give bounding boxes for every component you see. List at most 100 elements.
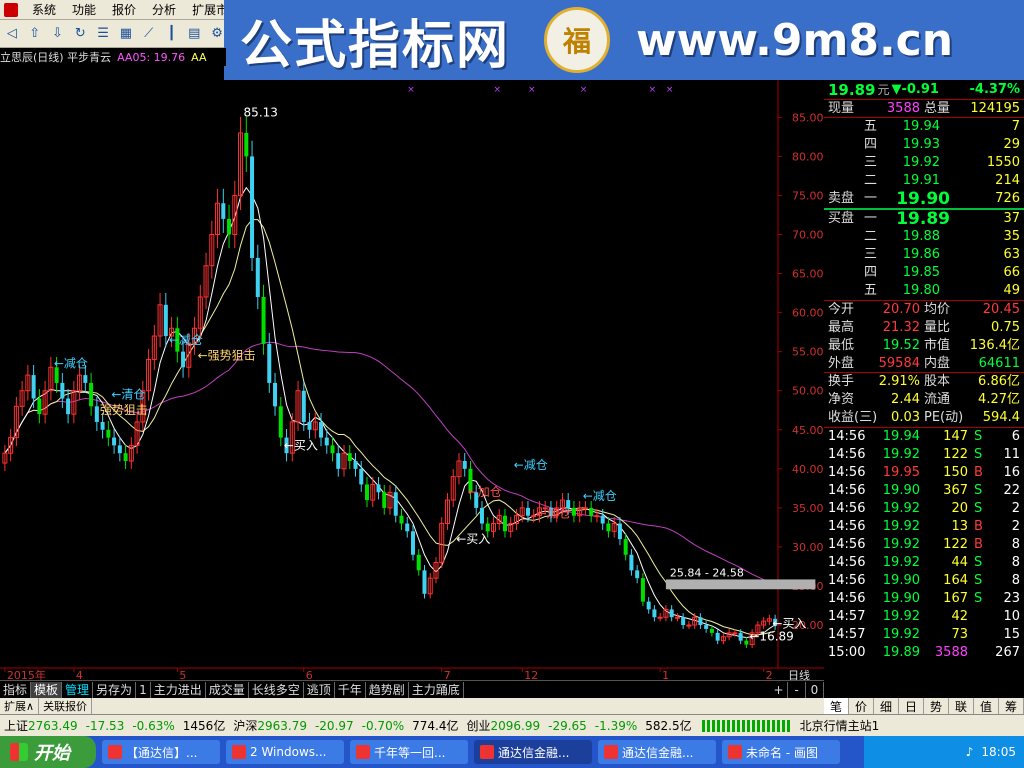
buy-level-row[interactable]: 二 19.88 35 bbox=[824, 228, 1024, 246]
indicator-tab[interactable]: 主力踊底 bbox=[409, 681, 464, 698]
sell-level-row[interactable]: 卖盘一 19.90 726 bbox=[824, 190, 1024, 208]
candle-body[interactable] bbox=[399, 515, 404, 524]
taskbar-item[interactable]: 【通达信】... bbox=[102, 740, 220, 764]
zoom-button[interactable]: - bbox=[788, 681, 806, 698]
kline-chart-area[interactable]: 20.0025.0030.0035.0040.0045.0050.0055.00… bbox=[0, 80, 824, 680]
buy-level-row[interactable]: 买盘一 19.89 37 bbox=[824, 210, 1024, 228]
candle-body[interactable] bbox=[698, 617, 703, 626]
tick-row[interactable]: 14:56 19.92 20 S 2 bbox=[824, 500, 1024, 518]
indicator-tab[interactable]: 另存为 bbox=[93, 681, 137, 698]
line-chart-icon[interactable]: ⟋ bbox=[139, 24, 159, 44]
up-icon[interactable]: ⇧ bbox=[25, 24, 45, 44]
candle-body[interactable] bbox=[94, 406, 99, 422]
menu-analysis[interactable]: 分析 bbox=[144, 0, 184, 20]
candle-body[interactable] bbox=[600, 515, 605, 524]
candle-body[interactable] bbox=[738, 632, 743, 641]
candle-body[interactable] bbox=[531, 515, 537, 518]
refresh-icon[interactable]: ↻ bbox=[70, 24, 90, 44]
back-icon[interactable]: ◁ bbox=[2, 24, 22, 44]
candle-body[interactable] bbox=[106, 429, 111, 438]
candle-body[interactable] bbox=[353, 461, 358, 469]
candle-body[interactable] bbox=[617, 523, 622, 540]
indicator-tab[interactable]: 管理 bbox=[62, 681, 94, 698]
candle-body[interactable] bbox=[347, 453, 352, 462]
candle-body[interactable] bbox=[416, 554, 421, 571]
right-tab[interactable]: 筹 bbox=[999, 698, 1024, 714]
candle-body[interactable] bbox=[405, 523, 410, 532]
candle-body[interactable] bbox=[364, 484, 370, 501]
candle-body[interactable] bbox=[715, 632, 720, 641]
menu-system[interactable]: 系统 bbox=[24, 0, 64, 20]
indicator-tab[interactable]: 模板 bbox=[31, 681, 63, 698]
tick-row[interactable]: 14:56 19.95 150 B 16 bbox=[824, 464, 1024, 482]
candle-body[interactable] bbox=[382, 492, 387, 508]
down-icon[interactable]: ⇩ bbox=[48, 24, 68, 44]
candle-body[interactable] bbox=[324, 437, 329, 446]
candle-body[interactable] bbox=[640, 578, 645, 602]
kline-chart[interactable]: 20.0025.0030.0035.0040.0045.0050.0055.00… bbox=[0, 80, 824, 680]
candle-body[interactable] bbox=[301, 390, 306, 422]
candle-body[interactable] bbox=[221, 203, 226, 219]
candle-body[interactable] bbox=[422, 570, 427, 594]
candle-body[interactable] bbox=[669, 609, 674, 618]
tick-row[interactable]: 14:56 19.90 164 S 8 bbox=[824, 572, 1024, 590]
candle-body[interactable] bbox=[278, 406, 283, 438]
candle-body[interactable] bbox=[244, 132, 249, 157]
candle-body[interactable] bbox=[83, 375, 88, 383]
tick-row[interactable]: 14:56 19.94 147 S 6 bbox=[824, 428, 1024, 446]
candle-body[interactable] bbox=[606, 523, 611, 532]
candle-body[interactable] bbox=[681, 617, 686, 626]
indicator-tab[interactable]: 成交量 bbox=[206, 681, 249, 698]
candle-body[interactable] bbox=[307, 421, 312, 430]
volume-icon[interactable]: ♪ bbox=[966, 745, 974, 759]
server-name[interactable]: 北京行情主站1 bbox=[800, 717, 880, 734]
candle-body[interactable] bbox=[163, 304, 168, 337]
tick-row[interactable]: 15:00 19.89 3588 267 bbox=[824, 644, 1024, 662]
candle-body[interactable] bbox=[359, 468, 364, 485]
sell-level-row[interactable]: 五 19.94 7 bbox=[824, 118, 1024, 136]
taskbar-item[interactable]: 通达信金融... bbox=[474, 740, 592, 764]
candle-body[interactable] bbox=[674, 616, 680, 619]
candle-body[interactable] bbox=[100, 421, 105, 430]
candle-body[interactable] bbox=[250, 156, 255, 258]
right-tab[interactable]: 价 bbox=[849, 698, 874, 714]
right-tab[interactable]: 日 bbox=[899, 698, 924, 714]
indicator-tab[interactable]: 1 bbox=[136, 681, 151, 698]
sell-level-row[interactable]: 二 19.91 214 bbox=[824, 172, 1024, 190]
candle-body[interactable] bbox=[117, 445, 122, 454]
tick-row[interactable]: 14:57 19.92 73 15 bbox=[824, 626, 1024, 644]
tick-row[interactable]: 14:56 19.90 167 S 23 bbox=[824, 590, 1024, 608]
menu-function[interactable]: 功能 bbox=[64, 0, 104, 20]
expand-button[interactable]: 扩展∧ bbox=[0, 698, 40, 714]
tick-row[interactable]: 14:56 19.92 44 S 8 bbox=[824, 554, 1024, 572]
indicator-tab[interactable]: 长线多空 bbox=[249, 681, 304, 698]
taskbar-item[interactable]: 2 Windows... bbox=[226, 740, 344, 764]
candle-body[interactable] bbox=[732, 632, 738, 635]
kline-icon[interactable]: ┃ bbox=[162, 24, 182, 44]
candle-body[interactable] bbox=[485, 523, 490, 532]
right-tab[interactable]: 细 bbox=[874, 698, 899, 714]
candle-body[interactable] bbox=[594, 515, 600, 518]
candle-body[interactable] bbox=[89, 382, 94, 407]
tick-row[interactable]: 14:56 19.92 122 S 11 bbox=[824, 446, 1024, 464]
sell-level-row[interactable]: 四 19.93 29 bbox=[824, 136, 1024, 154]
start-button[interactable]: 开始 bbox=[0, 736, 96, 768]
candle-body[interactable] bbox=[686, 624, 692, 627]
candle-body[interactable] bbox=[112, 437, 117, 446]
right-tab[interactable]: 势 bbox=[924, 698, 949, 714]
candle-body[interactable] bbox=[629, 554, 634, 571]
candle-body[interactable] bbox=[462, 461, 467, 469]
candle-body[interactable] bbox=[66, 398, 71, 415]
candle-body[interactable] bbox=[582, 507, 588, 510]
candle-body[interactable] bbox=[261, 296, 266, 344]
candle-body[interactable] bbox=[60, 382, 65, 399]
candle-body[interactable] bbox=[525, 507, 530, 516]
tick-list[interactable]: 14:56 19.94 147 S 6 14:56 19.92 122 S 11 14:56 19.9… bbox=[824, 427, 1024, 662]
candle-body[interactable] bbox=[376, 484, 381, 493]
candle-body[interactable] bbox=[704, 625, 709, 629]
taskbar-item[interactable]: 千年等一回... bbox=[350, 740, 468, 764]
candle-body[interactable] bbox=[646, 601, 651, 610]
tick-row[interactable]: 14:56 19.92 122 B 8 bbox=[824, 536, 1024, 554]
menu-quote[interactable]: 报价 bbox=[104, 0, 144, 20]
right-tab[interactable]: 值 bbox=[974, 698, 999, 714]
